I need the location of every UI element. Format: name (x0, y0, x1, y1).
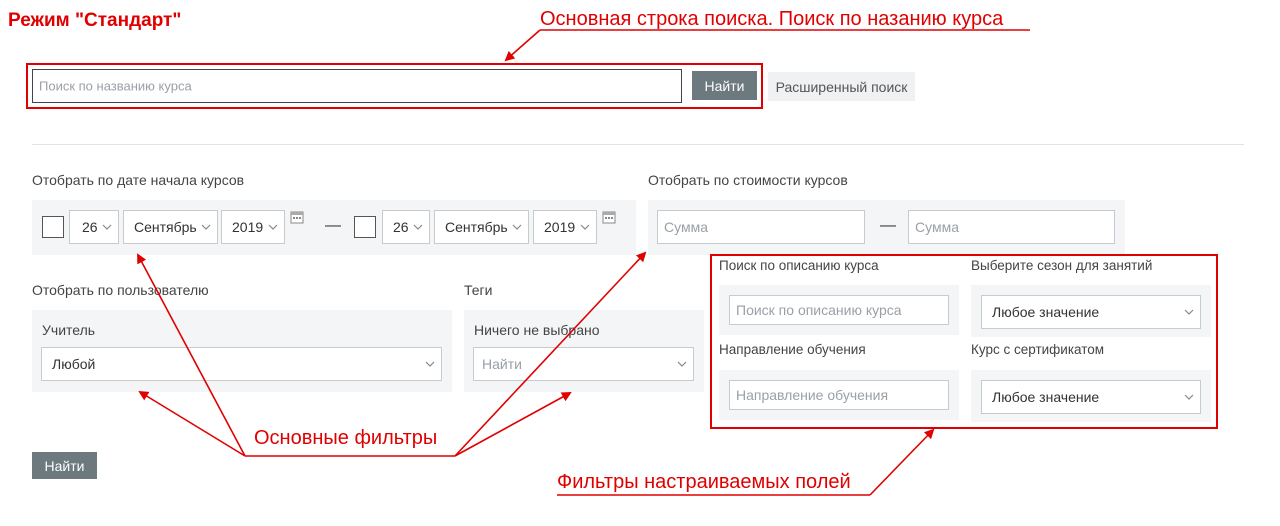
price-to-placeholder: Сумма (915, 219, 959, 235)
description-filter-panel: Поиск по описанию курса (719, 285, 959, 335)
description-search-placeholder: Поиск по описанию курса (736, 302, 902, 318)
teacher-select[interactable]: Любой (41, 347, 442, 381)
certificate-select[interactable]: Любое значение (981, 380, 1201, 414)
certificate-value: Любое значение (992, 389, 1100, 405)
date-from-month-value: Сентябрь (134, 219, 197, 235)
date-to-day-value: 26 (393, 219, 409, 235)
tags-search-select[interactable]: Найти (473, 347, 694, 381)
divider (32, 144, 1244, 145)
chevron-down-icon (1184, 394, 1194, 400)
direction-input[interactable]: Направление обучения (729, 380, 949, 410)
date-from-day-select[interactable]: 26 (69, 210, 119, 244)
teacher-label: Учитель (42, 322, 96, 338)
calendar-icon[interactable] (290, 210, 304, 224)
search-button[interactable]: Найти (692, 71, 757, 100)
date-to-month-value: Сентябрь (445, 219, 508, 235)
season-value: Любое значение (992, 304, 1100, 320)
teacher-value: Любой (52, 356, 96, 372)
mode-title: Режим "Стандарт" (8, 10, 182, 31)
season-filter-label: Выберите сезон для занятий (971, 258, 1153, 273)
calendar-icon[interactable] (602, 210, 616, 224)
certificate-filter-label: Курс с сертификатом (971, 342, 1105, 357)
certificate-filter-panel: Любое значение (971, 370, 1211, 422)
user-filter-panel: Учитель Любой (32, 310, 452, 392)
search-placeholder: Поиск по названию курса (39, 78, 192, 94)
price-filter-panel: Сумма — Сумма (648, 200, 1125, 255)
price-from-placeholder: Сумма (664, 219, 708, 235)
chevron-down-icon (425, 361, 435, 367)
date-to-year-select[interactable]: 2019 (533, 210, 597, 244)
advanced-search-label: Расширенный поиск (775, 78, 908, 95)
chevron-down-icon (268, 224, 278, 230)
description-filter-label: Поиск по описанию курса (719, 258, 879, 273)
price-filter-label: Отобрать по стоимости курсов (648, 172, 848, 188)
main-search-annotation: Основная строка поиска. Поиск по назанию… (540, 8, 1004, 30)
date-to-checkbox[interactable] (354, 216, 376, 238)
advanced-search-link[interactable]: Расширенный поиск (768, 72, 915, 101)
direction-placeholder: Направление обучения (736, 387, 889, 403)
date-filter-label: Отобрать по дате начала курсов (32, 172, 245, 188)
tags-status: Ничего не выбрано (474, 322, 600, 338)
direction-filter-label: Направление обучения (719, 342, 866, 357)
price-from-input[interactable]: Сумма (657, 210, 865, 244)
date-from-day-value: 26 (82, 219, 98, 235)
chevron-down-icon (102, 224, 112, 230)
chevron-down-icon (1184, 309, 1194, 315)
tags-filter-panel: Ничего не выбрано Найти (464, 310, 704, 392)
direction-filter-panel: Направление обучения (719, 370, 959, 420)
chevron-down-icon (512, 224, 522, 230)
price-range-separator: — (880, 217, 896, 234)
date-to-year-value: 2019 (544, 219, 576, 235)
user-filter-label: Отобрать по пользователю (32, 282, 209, 298)
chevron-down-icon (580, 224, 590, 230)
season-filter-panel: Любое значение (971, 285, 1211, 337)
date-to-month-select[interactable]: Сентябрь (434, 210, 529, 244)
date-from-month-select[interactable]: Сентябрь (123, 210, 218, 244)
date-from-year-value: 2019 (232, 219, 264, 235)
season-select[interactable]: Любое значение (981, 295, 1201, 329)
date-range-separator: — (325, 217, 341, 234)
submit-filters-button[interactable]: Найти (32, 452, 97, 479)
tags-filter-label: Теги (464, 282, 493, 298)
chevron-down-icon (413, 224, 423, 230)
date-from-checkbox[interactable] (42, 216, 64, 238)
chevron-down-icon (201, 224, 211, 230)
main-filters-annotation: Основные фильтры (254, 427, 438, 449)
price-to-input[interactable]: Сумма (908, 210, 1115, 244)
date-to-day-select[interactable]: 26 (382, 210, 430, 244)
search-input[interactable]: Поиск по названию курса (32, 69, 682, 103)
description-search-input[interactable]: Поиск по описанию курса (729, 295, 949, 325)
chevron-down-icon (677, 361, 687, 367)
custom-filters-annotation: Фильтры настраиваемых полей (557, 471, 851, 493)
date-from-year-select[interactable]: 2019 (221, 210, 285, 244)
date-filter-panel: 26 Сентябрь 2019 — 26 Сентябрь 2019 (32, 200, 636, 255)
tags-search-placeholder: Найти (482, 356, 522, 372)
